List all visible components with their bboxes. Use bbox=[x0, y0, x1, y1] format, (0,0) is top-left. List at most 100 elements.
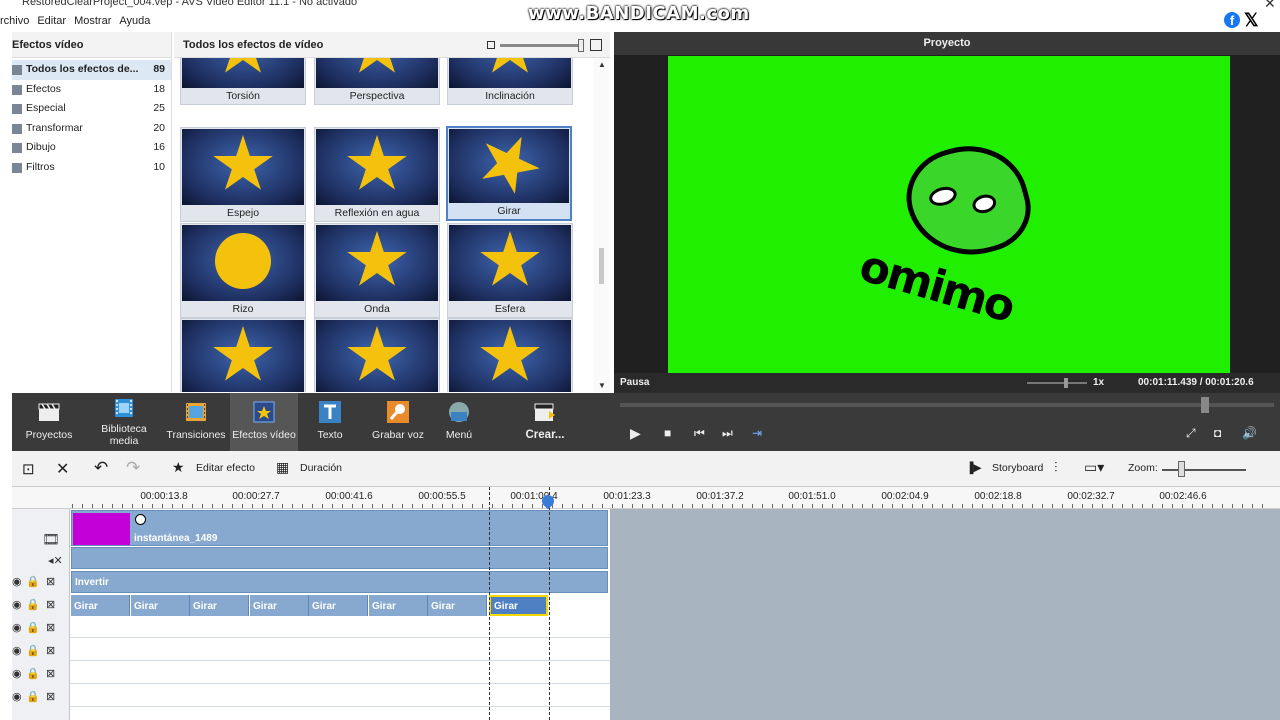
timeline-ruler[interactable]: 00:00:13.8 00:00:27.7 00:00:41.6 00:00:5… bbox=[12, 487, 1280, 509]
lock-icon[interactable]: 🔒 bbox=[26, 598, 40, 611]
fullscreen-icon[interactable]: ⤢ bbox=[1186, 426, 1196, 441]
tool-transiciones[interactable]: Transiciones bbox=[162, 393, 230, 451]
effect-esfera[interactable]: Esfera bbox=[447, 223, 573, 318]
play-icon[interactable]: ▶ bbox=[630, 425, 641, 442]
effect-girar[interactable]: Girar bbox=[446, 126, 572, 221]
category-item-especial[interactable]: Especial 25 bbox=[12, 99, 171, 119]
snapshot-icon[interactable]: ◘ bbox=[1214, 426, 1221, 440]
effect-clip-invertir[interactable]: Invertir bbox=[71, 571, 608, 593]
visibility-eye-icon[interactable]: ◉ bbox=[12, 621, 22, 634]
thumb-size-slider[interactable] bbox=[500, 44, 584, 47]
duration-icon[interactable]: ▦ bbox=[276, 459, 289, 476]
duration-button[interactable]: Duración bbox=[300, 462, 342, 474]
lock-icon[interactable]: 🔒 bbox=[26, 644, 40, 657]
video-clip[interactable]: instantánea_1489 bbox=[71, 510, 608, 546]
seek-handle[interactable] bbox=[1201, 397, 1209, 413]
display-options-icon[interactable]: ▭▾ bbox=[1084, 459, 1104, 476]
lock-icon[interactable]: 🔒 bbox=[26, 690, 40, 703]
volume-icon[interactable]: 🔊 bbox=[1242, 426, 1257, 440]
lock-icon[interactable]: 🔒 bbox=[26, 667, 40, 680]
zoom-slider[interactable] bbox=[1162, 469, 1246, 471]
visibility-eye-icon[interactable]: ◉ bbox=[12, 644, 22, 657]
tool-biblioteca-media[interactable]: Biblioteca media bbox=[90, 393, 158, 451]
effect-espejo[interactable]: Espejo bbox=[180, 127, 306, 222]
effects-scrollbar[interactable]: ▲ ▼ bbox=[594, 58, 610, 392]
effect-track-icon: ⊠ bbox=[46, 576, 56, 588]
preview-mode-icon[interactable]: ⇥ bbox=[752, 426, 762, 440]
effect-item[interactable] bbox=[447, 318, 573, 392]
effect-item[interactable] bbox=[180, 318, 306, 392]
menu-editar[interactable]: Editar bbox=[37, 12, 66, 30]
visibility-eye-icon[interactable]: ◉ bbox=[12, 598, 22, 611]
next-frame-icon[interactable]: ⏭ bbox=[722, 426, 733, 441]
preview-panel: Proyecto omimo Pausa 1x 00:01:11.439 / 0… bbox=[614, 32, 1280, 393]
effect-clip-girar[interactable]: Girar bbox=[71, 595, 130, 616]
effect-clip-girar[interactable]: Girar bbox=[250, 595, 309, 616]
effect-clip-girar[interactable]: Girar bbox=[131, 595, 190, 616]
star-icon bbox=[480, 58, 540, 73]
category-count: 25 bbox=[153, 102, 165, 114]
effect-torsion[interactable]: Torsión bbox=[180, 58, 306, 105]
zoom-slider-handle[interactable] bbox=[1178, 461, 1185, 477]
storyboard-icon[interactable]: ▐▶ bbox=[966, 462, 982, 474]
menu-mostrar[interactable]: Mostrar bbox=[74, 12, 111, 30]
lock-icon[interactable]: 🔒 bbox=[26, 621, 40, 634]
effect-clip-girar-selected[interactable]: Girar bbox=[489, 595, 548, 616]
tool-proyectos[interactable]: Proyectos bbox=[12, 393, 86, 451]
edit-effect-icon[interactable]: ★ bbox=[172, 459, 185, 476]
effect-onda[interactable]: Onda bbox=[314, 223, 440, 318]
edit-effect-button[interactable]: Editar efecto bbox=[196, 462, 255, 474]
visibility-eye-icon[interactable]: ◉ bbox=[12, 575, 22, 588]
menu-archivo[interactable]: rchivo bbox=[0, 12, 29, 30]
tool-label: Crear... bbox=[525, 429, 565, 441]
speed-slider-handle[interactable] bbox=[1064, 378, 1068, 388]
category-item-dibujo[interactable]: Dibujo 16 bbox=[12, 138, 171, 158]
seek-bar[interactable] bbox=[620, 403, 1274, 407]
delete-icon[interactable]: ✕ bbox=[56, 459, 69, 479]
effect-inclinacion[interactable]: Inclinación bbox=[447, 58, 573, 105]
visibility-eye-icon[interactable]: ◉ bbox=[12, 690, 22, 703]
tool-menu[interactable]: Menú bbox=[432, 393, 486, 451]
audio-mute-icon[interactable]: ◂✕ bbox=[48, 554, 63, 567]
tool-grabar-voz[interactable]: Grabar voz bbox=[364, 393, 432, 451]
speed-slider[interactable] bbox=[1027, 382, 1087, 384]
thumb-size-handle[interactable] bbox=[578, 39, 584, 52]
storyboard-button[interactable]: Storyboard bbox=[992, 462, 1043, 474]
category-item-transformar[interactable]: Transformar 20 bbox=[12, 119, 171, 139]
close-icon[interactable]: ✕ bbox=[1264, 0, 1276, 12]
effect-reflexion-agua[interactable]: Reflexión en agua bbox=[314, 127, 440, 222]
scroll-up-icon[interactable]: ▲ bbox=[598, 60, 606, 69]
tool-texto[interactable]: Texto bbox=[298, 393, 362, 451]
preview-title: Proyecto bbox=[614, 32, 1280, 55]
redo-icon[interactable]: ↷ bbox=[126, 458, 140, 478]
star-icon bbox=[347, 135, 407, 190]
scrollbar-thumb[interactable] bbox=[599, 248, 604, 284]
menu-ayuda[interactable]: Ayuda bbox=[119, 12, 150, 30]
category-item-filtros[interactable]: Filtros 10 bbox=[12, 158, 171, 178]
playhead-line[interactable] bbox=[549, 487, 550, 720]
category-item-efectos[interactable]: Efectos 18 bbox=[12, 80, 171, 100]
category-item-all[interactable]: Todos los efectos de... 89 bbox=[12, 60, 171, 80]
effect-clip-girar[interactable]: Girar bbox=[309, 595, 368, 616]
effect-perspectiva[interactable]: Perspectiva bbox=[314, 58, 440, 105]
tool-crear[interactable]: Crear... bbox=[512, 393, 578, 451]
lock-icon[interactable]: 🔒 bbox=[26, 575, 40, 588]
effect-clip-girar[interactable]: Girar bbox=[190, 595, 249, 616]
effect-item[interactable] bbox=[314, 318, 440, 392]
previous-frame-icon[interactable]: ⏮ bbox=[694, 426, 705, 441]
audio-clip[interactable] bbox=[71, 547, 608, 569]
stop-icon[interactable]: ■ bbox=[664, 426, 671, 440]
select-all-icon[interactable]: ⊡ bbox=[22, 460, 35, 478]
track-lane bbox=[70, 708, 610, 720]
thumb-small-icon[interactable] bbox=[487, 41, 495, 49]
effect-preview bbox=[449, 320, 571, 392]
effect-clip-girar[interactable]: Girar bbox=[369, 595, 428, 616]
effect-rizo[interactable]: Rizo bbox=[180, 223, 306, 318]
scroll-down-icon[interactable]: ▼ bbox=[598, 381, 606, 390]
audio-mixer-icon[interactable]: ⫶ bbox=[1054, 459, 1058, 476]
effect-clip-girar[interactable]: Girar bbox=[428, 595, 487, 616]
undo-icon[interactable]: ↶ bbox=[94, 458, 108, 478]
thumb-large-icon[interactable] bbox=[590, 39, 602, 51]
visibility-eye-icon[interactable]: ◉ bbox=[12, 667, 22, 680]
tool-efectos-video[interactable]: Efectos vídeo bbox=[230, 393, 298, 451]
